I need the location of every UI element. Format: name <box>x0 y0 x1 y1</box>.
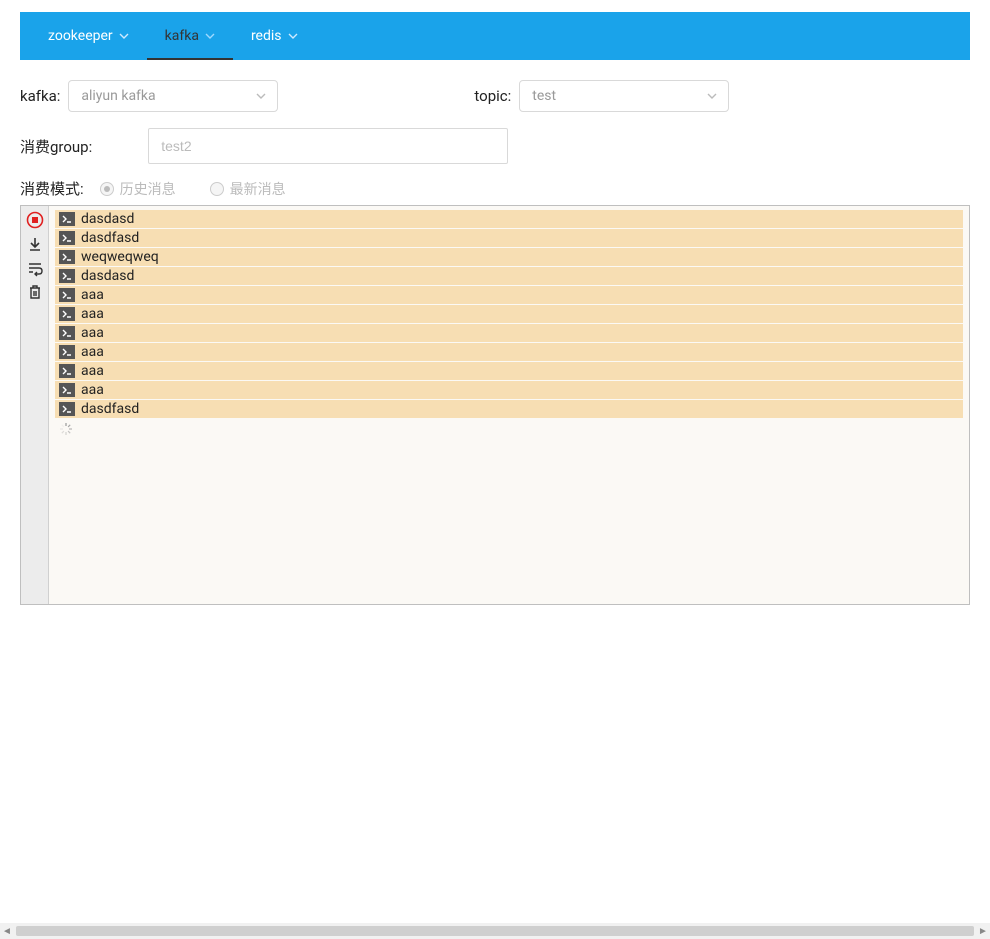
kafka-select[interactable]: aliyun kafka <box>68 80 278 112</box>
mode-row: 消费模式: 历史消息 最新消息 <box>20 178 970 199</box>
terminal-icon <box>59 212 75 226</box>
loading-spinner-icon <box>59 422 73 436</box>
nav-label: zookeeper <box>48 28 113 44</box>
console-body[interactable]: dasdasd dasdfasd weqweqweq dasdasd aaa aaa aaa… <box>49 206 969 604</box>
stop-button[interactable] <box>24 210 46 230</box>
scroll-down-icon <box>26 235 44 253</box>
kafka-select-value: aliyun kafka <box>81 88 155 104</box>
wrap-button[interactable] <box>24 258 46 278</box>
log-row: dasdasd <box>55 267 963 285</box>
clear-button[interactable] <box>24 282 46 302</box>
group-label: 消费group: <box>20 136 92 157</box>
scroll-left-icon[interactable]: ◄ <box>0 924 14 938</box>
terminal-icon <box>59 364 75 378</box>
chevron-down-icon <box>706 90 718 102</box>
topic-label: topic: <box>474 87 511 105</box>
console: dasdasd dasdfasd weqweqweq dasdasd aaa aaa aaa… <box>20 205 970 605</box>
log-row: aaa <box>55 286 963 304</box>
nav-label: redis <box>251 28 282 44</box>
log-row: dasdasd <box>55 210 963 228</box>
chevron-down-icon <box>255 90 267 102</box>
stop-icon <box>26 211 44 229</box>
scroll-down-button[interactable] <box>24 234 46 254</box>
chevron-down-icon <box>119 31 129 41</box>
group-input[interactable] <box>148 128 508 164</box>
trash-icon <box>26 283 44 301</box>
scrollbar-track[interactable] <box>16 926 974 936</box>
kafka-label: kafka: <box>20 87 60 105</box>
log-message: aaa <box>81 325 104 341</box>
log-row: aaa <box>55 362 963 380</box>
log-row: aaa <box>55 324 963 342</box>
log-message: aaa <box>81 382 104 398</box>
console-toolbar <box>21 206 49 604</box>
log-row: dasdfasd <box>55 400 963 418</box>
terminal-icon <box>59 269 75 283</box>
terminal-icon <box>59 383 75 397</box>
log-message: dasdasd <box>81 268 134 284</box>
topic-select-value: test <box>532 88 556 104</box>
log-row: weqweqweq <box>55 248 963 266</box>
kafka-topic-row: kafka: aliyun kafka topic: test <box>20 80 970 112</box>
log-message: aaa <box>81 344 104 360</box>
log-row: aaa <box>55 305 963 323</box>
radio-label: 最新消息 <box>230 179 286 199</box>
terminal-icon <box>59 250 75 264</box>
log-message: dasdfasd <box>81 401 139 417</box>
terminal-icon <box>59 288 75 302</box>
terminal-icon <box>59 326 75 340</box>
log-row: aaa <box>55 343 963 361</box>
radio-history[interactable]: 历史消息 <box>100 179 176 199</box>
top-nav: zookeeper kafka redis <box>20 12 970 60</box>
log-row: dasdfasd <box>55 229 963 247</box>
scroll-right-icon[interactable]: ► <box>976 924 990 938</box>
log-message: aaa <box>81 363 104 379</box>
nav-item-redis[interactable]: redis <box>233 12 316 60</box>
horizontal-scrollbar[interactable]: ◄ ► <box>0 923 990 939</box>
chevron-down-icon <box>205 31 215 41</box>
nav-item-kafka[interactable]: kafka <box>147 12 233 60</box>
mode-label: 消费模式: <box>20 178 84 199</box>
log-message: weqweqweq <box>81 249 159 265</box>
chevron-down-icon <box>288 31 298 41</box>
nav-label: kafka <box>165 28 199 44</box>
log-message: dasdfasd <box>81 230 139 246</box>
log-row: aaa <box>55 381 963 399</box>
terminal-icon <box>59 231 75 245</box>
terminal-icon <box>59 402 75 416</box>
topic-select[interactable]: test <box>519 80 729 112</box>
log-message: aaa <box>81 306 104 322</box>
group-row: 消费group: <box>20 128 970 164</box>
terminal-icon <box>59 345 75 359</box>
wrap-icon <box>26 259 44 277</box>
nav-item-zookeeper[interactable]: zookeeper <box>30 12 147 60</box>
radio-label: 历史消息 <box>120 179 176 199</box>
terminal-icon <box>59 307 75 321</box>
log-message: dasdasd <box>81 211 134 227</box>
log-message: aaa <box>81 287 104 303</box>
radio-latest[interactable]: 最新消息 <box>210 179 286 199</box>
radio-icon <box>100 182 114 196</box>
radio-icon <box>210 182 224 196</box>
